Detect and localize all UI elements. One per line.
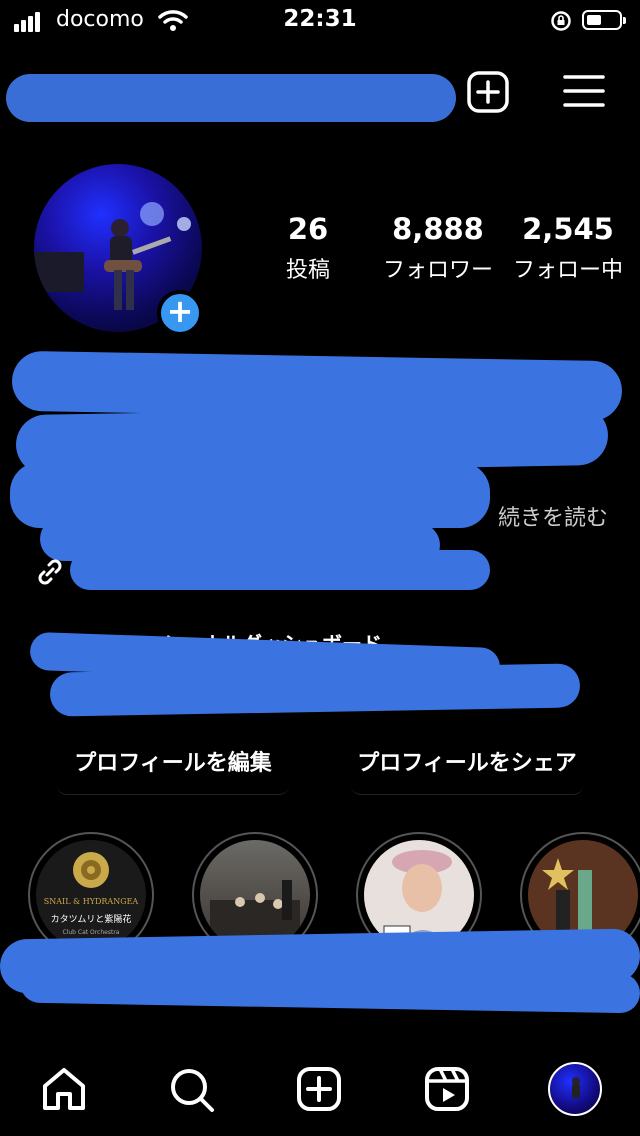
- rotation-lock-icon: [550, 10, 572, 36]
- home-icon[interactable]: [40, 1066, 88, 1116]
- highlight-text-1: SNAIL & HYDRANGEA: [44, 897, 139, 906]
- highlight-text-3: Club Cat Orchestra: [63, 929, 120, 936]
- battery-icon: [582, 10, 626, 30]
- following-count: 2,545: [522, 212, 614, 246]
- posts-stat[interactable]: 26 投稿: [272, 212, 344, 284]
- followers-label: フォロワー: [382, 258, 493, 283]
- dashboard-redaction-2: [49, 663, 581, 717]
- profile-avatar[interactable]: [548, 1062, 602, 1116]
- following-stat[interactable]: 2,545 フォロー中: [506, 212, 630, 284]
- followers-count: 8,888: [392, 212, 484, 246]
- read-more-link[interactable]: 続きを読む: [498, 500, 608, 532]
- share-profile-button[interactable]: プロフィールをシェア: [351, 734, 583, 795]
- link-icon: [34, 556, 66, 592]
- highlight-text-2: カタツムリと紫陽花: [51, 913, 132, 925]
- create-icon[interactable]: [296, 1066, 342, 1116]
- followers-stat[interactable]: 8,888 フォロワー: [376, 212, 500, 284]
- username-redaction: [6, 74, 456, 122]
- highlight-cover: SNAIL & HYDRANGEA カタツムリと紫陽花 Club Cat Orc…: [36, 840, 146, 950]
- following-label: フォロー中: [512, 258, 623, 283]
- status-bar: docomo 22:31: [0, 0, 640, 42]
- posts-label: 投稿: [285, 258, 330, 283]
- search-icon[interactable]: [168, 1066, 216, 1118]
- clock: 22:31: [283, 6, 357, 32]
- edit-profile-button[interactable]: プロフィールを編集: [57, 734, 289, 795]
- reels-icon[interactable]: [424, 1066, 470, 1116]
- posts-count: 26: [287, 212, 329, 246]
- bottom-nav: [0, 1052, 640, 1136]
- new-post-icon[interactable]: [466, 70, 510, 118]
- add-story-button[interactable]: +: [157, 290, 203, 336]
- menu-icon[interactable]: [562, 72, 606, 114]
- website-redaction: [70, 550, 490, 590]
